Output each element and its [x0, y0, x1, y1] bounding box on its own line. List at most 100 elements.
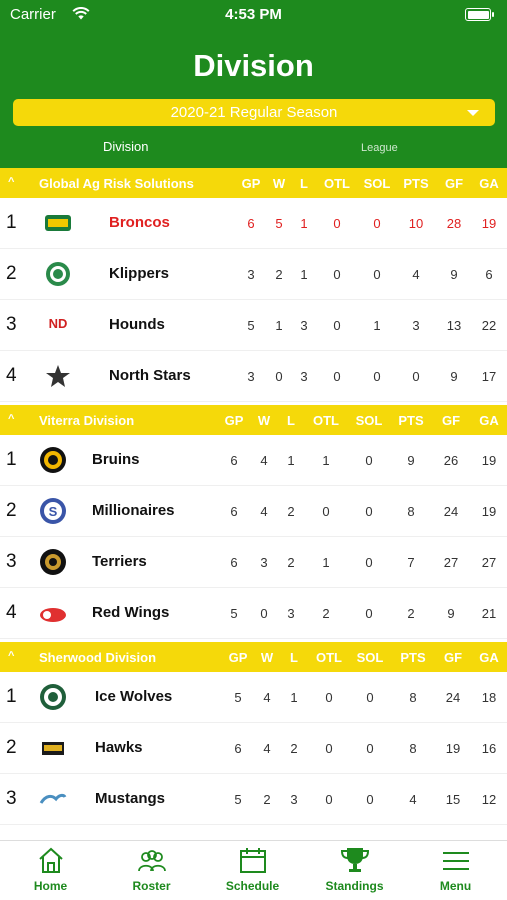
bruins-logo — [38, 446, 68, 474]
stat-l: 2 — [287, 504, 295, 519]
mustangs-logo — [38, 785, 68, 813]
tab-schedule[interactable]: Schedule — [202, 845, 303, 893]
stat-gf: 9 — [447, 606, 455, 621]
home-icon — [38, 847, 63, 873]
terriers-logo — [38, 548, 68, 576]
stat-pts: 9 — [407, 453, 415, 468]
team-rank: 2 — [6, 263, 17, 284]
column-header-gf: GF — [443, 650, 463, 665]
column-header-pts: PTS — [403, 176, 429, 191]
millionaires-logo: S — [38, 497, 68, 525]
standings-row[interactable]: 2 Klippers 3 2 1 0 0 4 9 6 — [0, 249, 507, 300]
roster-icon — [137, 850, 166, 872]
tab-bar: Home Roster Schedule Standings Menu — [0, 840, 507, 900]
column-header-ga: GA — [479, 176, 499, 191]
division-name: Sherwood Division — [39, 650, 157, 665]
stat-gf: 15 — [445, 792, 461, 807]
tab-league[interactable]: League — [361, 142, 398, 154]
tab-standings[interactable]: Standings — [304, 845, 405, 893]
stat-ga: 16 — [481, 741, 497, 756]
stat-pts: 10 — [408, 216, 424, 231]
team-rank: 3 — [6, 551, 17, 572]
stat-ga: 19 — [481, 453, 497, 468]
team-name: North Stars — [109, 367, 191, 384]
stat-l: 2 — [290, 741, 298, 756]
column-header-ga: GA — [479, 413, 499, 428]
ice-wolves-logo — [38, 683, 68, 711]
chevron-up-icon: ^ — [8, 413, 15, 425]
standings-row[interactable]: 1 Bruins 6 4 1 1 0 9 26 19 — [0, 435, 507, 486]
standings-row[interactable]: 4 North Stars 3 0 3 0 0 0 9 17 — [0, 351, 507, 402]
stat-sol: 0 — [366, 792, 374, 807]
division-header[interactable]: ^ Viterra Division GP W L OTL SOL PTS GF GA — [0, 405, 507, 435]
stat-gf: 9 — [450, 267, 458, 282]
view-tabs: Division League — [0, 139, 507, 159]
stat-otl: 0 — [325, 741, 333, 756]
division-header[interactable]: ^ Sherwood Division GP W L OTL SOL PTS GF GA — [0, 642, 507, 672]
stat-l: 2 — [287, 555, 295, 570]
red-wings-logo — [38, 599, 68, 627]
broncos-logo — [43, 209, 73, 237]
stat-gf: 13 — [446, 318, 462, 333]
team-name: Broncos — [109, 214, 170, 231]
stat-otl: 0 — [333, 267, 341, 282]
standings-row[interactable]: 2 Hawks 6 4 2 0 0 8 19 16 — [0, 723, 507, 774]
tab-division[interactable]: Division — [103, 139, 149, 154]
chevron-down-icon — [467, 110, 479, 116]
stat-l: 1 — [287, 453, 295, 468]
tab-menu[interactable]: Menu — [405, 845, 506, 893]
stat-pts: 4 — [409, 792, 417, 807]
stat-otl: 2 — [322, 606, 330, 621]
stat-sol: 0 — [373, 216, 381, 231]
stat-l: 3 — [290, 792, 298, 807]
team-name: Mustangs — [95, 790, 166, 807]
stat-otl: 0 — [325, 690, 333, 705]
column-header-sol: SOL — [355, 413, 383, 428]
division-name: Global Ag Risk Solutions — [39, 176, 194, 191]
season-label: 2020-21 Regular Season — [170, 104, 338, 121]
stat-sol: 0 — [373, 267, 381, 282]
column-header-gf: GF — [444, 176, 464, 191]
stat-gf: 27 — [443, 555, 459, 570]
stat-ga: 18 — [481, 690, 497, 705]
tab-schedule-label: Schedule — [225, 879, 280, 893]
battery-icon — [465, 8, 494, 21]
column-header-sol: SOL — [363, 176, 391, 191]
team-rank: 3 — [6, 788, 17, 809]
standings-row[interactable]: 2 S Millionaires 6 4 2 0 0 8 24 19 — [0, 486, 507, 537]
column-header-l: L — [287, 413, 295, 428]
chevron-up-icon: ^ — [8, 650, 15, 662]
standings-row[interactable]: 1 Ice Wolves 5 4 1 0 0 8 24 18 — [0, 672, 507, 723]
team-name: Hawks — [95, 739, 143, 756]
standings-row[interactable]: 3 ND Hounds 5 1 3 0 1 3 13 22 — [0, 300, 507, 351]
team-rank: 1 — [6, 212, 17, 233]
tab-menu-label: Menu — [439, 879, 472, 893]
stat-sol: 0 — [365, 555, 373, 570]
standings-row[interactable]: 1 Broncos 6 5 1 0 0 10 28 19 — [0, 198, 507, 249]
team-name: Terriers — [92, 553, 147, 570]
tab-roster[interactable]: Roster — [101, 845, 202, 893]
stat-otl: 1 — [322, 453, 330, 468]
column-header-gf: GF — [441, 413, 461, 428]
standings-row[interactable]: 3 Mustangs 5 2 3 0 0 4 15 12 — [0, 774, 507, 825]
tab-home[interactable]: Home — [0, 845, 101, 893]
stat-pts: 2 — [407, 606, 415, 621]
standings-row[interactable]: 4 Red Wings 5 0 3 2 0 2 9 21 — [0, 588, 507, 639]
stat-pts: 8 — [409, 741, 417, 756]
hawks-logo — [38, 734, 68, 762]
season-selector[interactable]: 2020-21 Regular Season — [13, 99, 495, 126]
north-stars-logo — [43, 362, 73, 390]
stat-sol: 0 — [365, 606, 373, 621]
tab-standings-label: Standings — [325, 879, 384, 893]
column-header-otl: OTL — [324, 176, 350, 191]
header: Carrier 4:53 PM Division 2020-21 Regular… — [0, 0, 507, 168]
stat-gf: 26 — [443, 453, 459, 468]
stat-otl: 0 — [333, 369, 341, 384]
team-rank: 4 — [6, 602, 17, 623]
division-header[interactable]: ^ Global Ag Risk Solutions GP W L OTL SOL PTS GF… — [0, 168, 507, 198]
stat-ga: 27 — [481, 555, 497, 570]
stat-gf: 24 — [445, 690, 461, 705]
stat-gf: 19 — [445, 741, 461, 756]
standings-row[interactable]: 3 Terriers 6 3 2 1 0 7 27 27 — [0, 537, 507, 588]
stat-gf: 24 — [443, 504, 459, 519]
